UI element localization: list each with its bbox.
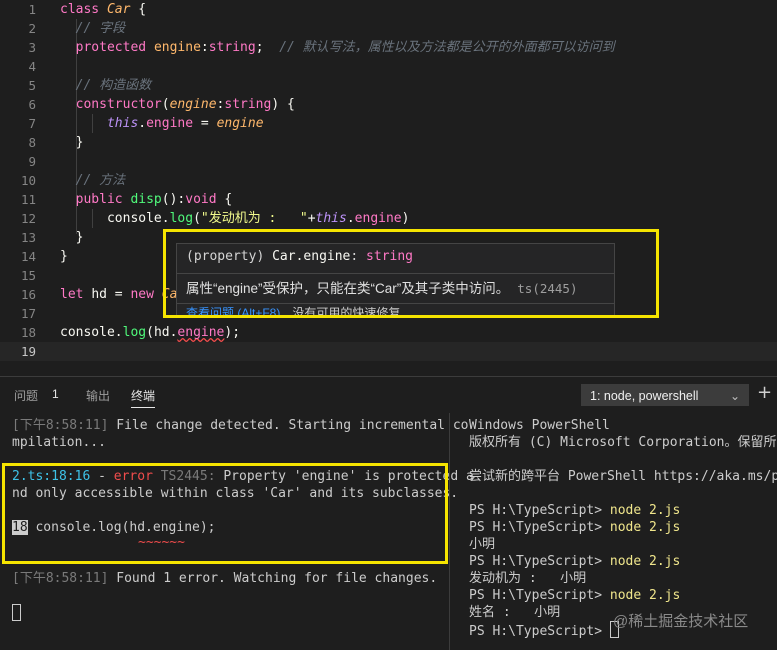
code-line: 3 protected engine:string; // 默认写法，属性以及方… [28,40,615,55]
code-line: 10 // 方法 [20,173,126,188]
code-line: 4 [28,59,36,74]
code-line-current: 19 [0,342,777,361]
bottom-panel: 问题 1 输出 终端 1: node, powershell ⌄ + [下午8:5… [0,376,777,650]
terminal-select[interactable]: 1: node, powershell ⌄ [581,384,749,406]
code-editor[interactable]: 1 class Car { 2 // 字段 3 protected engine:… [0,0,777,376]
code-line: 8 } [28,135,84,150]
code-line: 11 public disp():void { [20,192,233,207]
tab-output[interactable]: 输出 [86,387,110,404]
tab-problems[interactable]: 问题 [14,387,38,404]
highlight-box [163,229,659,318]
plus-icon[interactable]: + [757,382,772,403]
chevron-down-icon: ⌄ [729,389,740,403]
code-line: 1 class Car { [28,2,147,17]
active-tab-indicator [131,407,155,408]
terminal-cursor [12,604,21,621]
code-line: 2 // 字段 [28,21,126,36]
watermark: @稀土掘金技术社区 [613,613,749,630]
code-line: 12 console.log("发动机为 : "+this.engine) [20,211,410,226]
code-line: 5 // 构造函数 [28,78,152,93]
code-line: 18 console.log(hd.engine); [20,325,241,340]
terminal-right[interactable]: Windows PowerShell 版权所有 (C) Microsoft Co… [469,417,777,638]
terminal-split-divider[interactable] [449,413,450,650]
problems-count-badge: 1 [52,387,59,401]
error-squiggle[interactable]: engine [177,325,224,340]
code-line: 6 constructor(engine:string) { [28,97,295,112]
panel-tabs: 问题 1 输出 终端 1: node, powershell ⌄ + [0,377,777,413]
code-line: 9 [28,154,36,169]
tab-terminal[interactable]: 终端 [131,387,155,404]
code-line: 7 this.engine = engine [28,116,264,131]
highlight-box [2,463,448,564]
